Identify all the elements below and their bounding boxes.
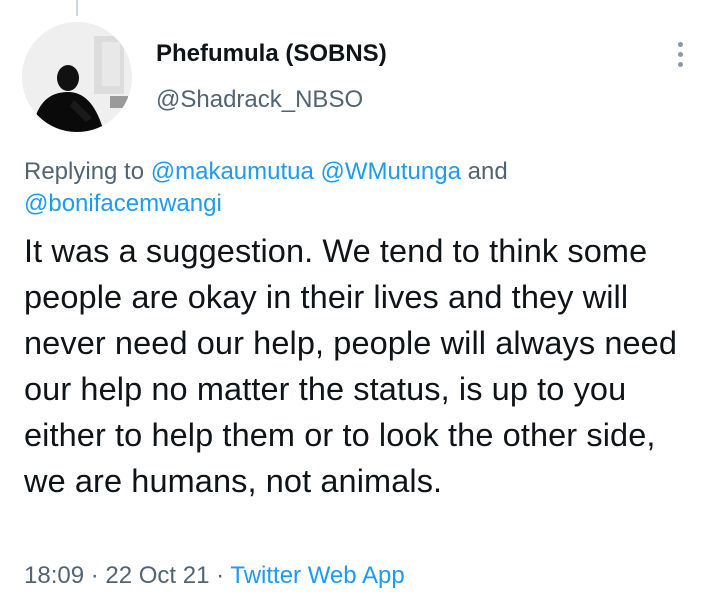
tweet-date[interactable]: 22 Oct 21 [105,562,209,589]
mention-link[interactable]: @bonifacemwangi [24,190,222,217]
mention-separator [314,158,321,185]
author-display-name[interactable]: Phefumula (SOBNS) [156,38,387,70]
mention-and: and [460,158,508,185]
meta-separator: · [84,562,106,589]
mention-link[interactable]: @makaumutua [151,158,314,185]
replying-prefix: Replying to [24,158,151,185]
author-info: Phefumula (SOBNS) @Shadrack_NBSO [156,38,387,116]
tweet-time[interactable]: 18:09 [24,562,84,589]
tweet-metadata: 18:09 · 22 Oct 21 · Twitter Web App [24,560,405,592]
avatar[interactable] [22,22,132,132]
tweet-text: It was a suggestion. We tend to think so… [24,233,678,499]
more-options-icon[interactable] [664,38,696,70]
thread-connector-line [76,0,78,16]
author-handle[interactable]: @Shadrack_NBSO [156,84,387,116]
avatar-image [22,22,132,132]
replying-to: Replying to @makaumutua @WMutunga and @b… [24,156,584,220]
more-dot [677,41,683,47]
mention-link[interactable]: @WMutunga [321,158,461,185]
tweet-source-link[interactable]: Twitter Web App [230,562,404,589]
more-dot [677,51,683,57]
more-dot [677,61,683,67]
meta-separator: · [209,562,231,589]
